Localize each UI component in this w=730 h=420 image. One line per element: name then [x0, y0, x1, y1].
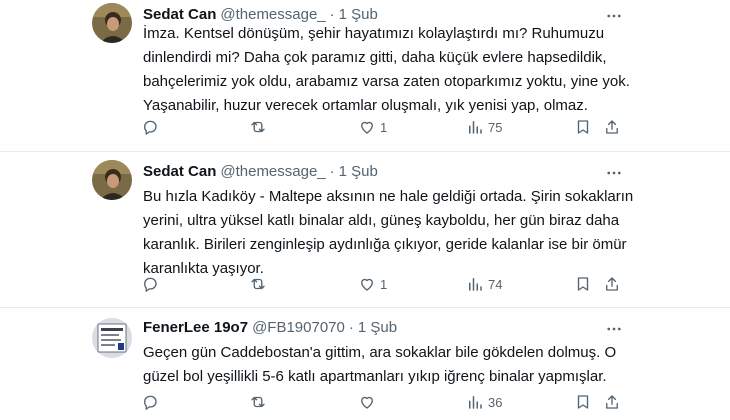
bookmark-button[interactable] [574, 117, 592, 137]
views-icon [469, 396, 482, 409]
avatar[interactable] [92, 3, 132, 43]
tweet-line: Yaşanabilir, huzur verecek ortamlar oluş… [143, 97, 588, 114]
action-bar: 36 [0, 392, 730, 412]
tweet-line: İmza. Kentsel dönüşüm, şehir hayatımızı … [143, 25, 605, 42]
reply-button[interactable] [141, 117, 163, 137]
avatar[interactable] [92, 318, 132, 358]
tweet-line: bahçelerimiz yok oldu, arabamız varsa za… [143, 73, 630, 90]
separator: · [348, 319, 354, 336]
author-handle[interactable]: @themessage_ [220, 163, 325, 180]
more-icon [607, 327, 621, 331]
tweet-text: Bu hızla Kadıköy - Maltepe aksının ne ha… [143, 185, 634, 281]
separator: · [329, 163, 335, 180]
more-icon [607, 171, 621, 175]
retweet-button[interactable] [249, 392, 271, 412]
views-button[interactable]: 75 [466, 117, 502, 137]
action-bar: 1 74 [0, 274, 730, 294]
author-handle[interactable]: @themessage_ [220, 6, 325, 23]
author-handle[interactable]: @FB1907070 [252, 319, 345, 336]
bookmark-button[interactable] [574, 274, 592, 294]
author-name[interactable]: Sedat Can [143, 163, 216, 180]
like-count: 1 [380, 119, 388, 135]
like-button[interactable] [358, 392, 380, 412]
views-button[interactable]: 36 [466, 392, 502, 412]
tweet-date[interactable]: 1 Şub [339, 163, 378, 180]
retweet-button[interactable] [249, 274, 271, 294]
like-icon [361, 121, 373, 134]
view-count: 36 [488, 394, 503, 410]
tweet-text: Geçen gün Caddebostan'a gittim, ara soka… [143, 341, 617, 389]
views-icon [469, 121, 482, 134]
tweet-text: İmza. Kentsel dönüşüm, şehir hayatımızı … [143, 22, 630, 118]
bookmark-button[interactable] [574, 392, 592, 412]
share-button[interactable] [603, 274, 621, 294]
author-name[interactable]: FenerLee 19o7 [143, 319, 248, 336]
bookmark-icon [577, 277, 589, 291]
more-button[interactable] [604, 319, 624, 339]
retweet-button[interactable] [249, 117, 271, 137]
tweet-line: Geçen gün Caddebostan'a gittim, ara soka… [143, 344, 617, 361]
bookmark-icon [577, 395, 589, 409]
tweet-line: karanlık. Birileri zenginleşip aydınlığa… [143, 236, 627, 253]
share-icon [606, 277, 618, 291]
like-button[interactable]: 1 [358, 274, 387, 294]
action-bar: 1 75 [0, 117, 730, 137]
bookmark-icon [577, 120, 589, 134]
retweet-icon [251, 396, 265, 408]
tweet[interactable]: FenerLee 19o7 @FB1907070 · 1 Şub Geçen gün … [0, 308, 730, 420]
views-button[interactable]: 74 [466, 274, 502, 294]
author-name[interactable]: Sedat Can [143, 6, 216, 23]
separator: · [329, 6, 335, 23]
reply-button[interactable] [141, 274, 163, 294]
share-icon [606, 395, 618, 409]
tweet[interactable]: Sedat Can @themessage_ · 1 Şub Bu hızla Kad… [0, 152, 730, 308]
retweet-icon [251, 278, 265, 290]
like-count: 1 [380, 276, 388, 292]
reply-icon [144, 120, 157, 135]
like-icon [361, 396, 373, 409]
retweet-icon [251, 121, 265, 133]
more-button[interactable] [604, 163, 624, 183]
tweet-line: yerini, ultra yüksel katlı binalar aldı,… [143, 212, 620, 229]
share-icon [606, 120, 618, 134]
tweet[interactable]: Sedat Can @themessage_ · 1 Şub İmza. Kentse… [0, 0, 730, 152]
reply-icon [144, 395, 157, 410]
tweet-date[interactable]: 1 Şub [339, 6, 378, 23]
tweet-line: Bu hızla Kadıköy - Maltepe aksının ne ha… [143, 188, 634, 205]
tweet-line: güzel bol yeşillikli 5-6 katlı apartmanl… [143, 368, 607, 385]
tweet-date[interactable]: 1 Şub [358, 319, 397, 336]
avatar[interactable] [92, 160, 132, 200]
share-button[interactable] [603, 117, 621, 137]
reply-icon [144, 277, 157, 292]
views-icon [469, 278, 482, 291]
view-count: 75 [488, 119, 503, 135]
like-button[interactable]: 1 [358, 117, 387, 137]
reply-button[interactable] [141, 392, 163, 412]
tweet-line: dinlendirdi mi? Daha çok paramız gitti, … [143, 49, 607, 66]
share-button[interactable] [603, 392, 621, 412]
like-icon [361, 278, 373, 291]
view-count: 74 [488, 276, 503, 292]
